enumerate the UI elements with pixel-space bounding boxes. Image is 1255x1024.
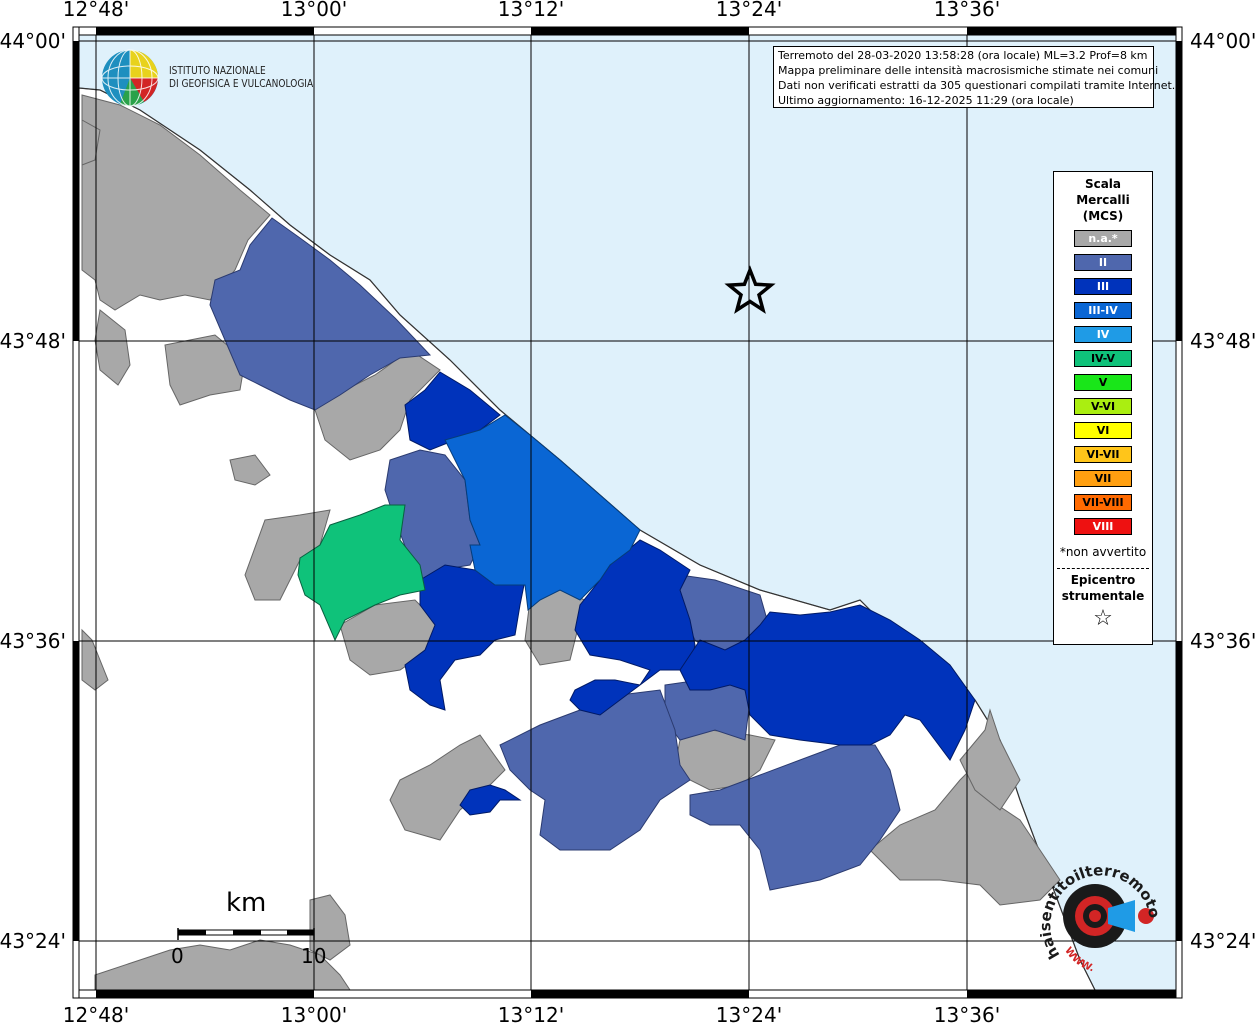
lon-label: 13°36' xyxy=(934,1003,1000,1024)
lat-label: 44°00' xyxy=(1190,29,1255,53)
legend-separator xyxy=(1057,568,1149,569)
event-info-box: Terremoto del 28-03-2020 13:58:28 (ora l… xyxy=(773,46,1176,108)
lat-label: 43°24' xyxy=(0,929,66,953)
legend-title-line: Scala xyxy=(1084,177,1122,191)
legend-item: IV xyxy=(1074,326,1132,343)
legend-item: n.a.* xyxy=(1074,230,1132,247)
event-info-line: Terremoto del 28-03-2020 13:58:28 (ora l… xyxy=(778,49,1148,62)
haisentito-logo: haisentitoilterremoto.it WWW. xyxy=(1040,860,1164,974)
lon-label: 13°12' xyxy=(498,1003,564,1024)
legend-epicenter: Epicentro strumentale ☆ xyxy=(1054,572,1152,634)
latitude-labels-left: 44°00' 43°48' 43°36' 43°24' xyxy=(0,29,66,953)
event-info-line: Dati non verificati estratti da 305 ques… xyxy=(778,79,1176,92)
scale-max-label: 10 xyxy=(301,944,327,968)
scale-bar xyxy=(177,928,315,940)
haisentito-url: WWW. xyxy=(1062,945,1095,974)
latitude-labels-right: 44°00' 43°48' 43°36' 43°24' xyxy=(1190,29,1255,953)
legend-title-line: (MCS) xyxy=(1082,209,1124,223)
legend-item: II xyxy=(1074,254,1132,271)
lon-label: 12°48' xyxy=(63,1003,129,1024)
legend-epicenter-star-icon: ☆ xyxy=(1093,606,1113,631)
legend-item: VI-VII xyxy=(1074,446,1132,463)
lon-label: 13°24' xyxy=(716,0,782,21)
lat-label: 43°36' xyxy=(1190,629,1255,653)
legend-not-felt-note: *non avvertito xyxy=(1059,545,1147,559)
lon-label: 12°48' xyxy=(63,0,129,21)
lon-label: 13°12' xyxy=(498,0,564,21)
legend-item: VII xyxy=(1074,470,1132,487)
lon-label: 13°24' xyxy=(716,1003,782,1024)
lat-label: 43°48' xyxy=(1190,329,1255,353)
legend-item: III-IV xyxy=(1074,302,1132,319)
institute-name-line1: ISTITUTO NAZIONALE xyxy=(169,64,266,77)
lat-label: 44°00' xyxy=(0,29,66,53)
scale-min-label: 0 xyxy=(171,944,184,968)
legend-item: V xyxy=(1074,374,1132,391)
legend-item: IV-V xyxy=(1074,350,1132,367)
institute-name-line2: DI GEOFISICA E VULCANOLOGIA xyxy=(169,77,314,90)
event-info-line: Ultimo aggiornamento: 16-12-2025 11:29 (… xyxy=(778,94,1074,107)
longitude-labels-top: 12°48' 13°00' 13°12' 13°24' 13°36' xyxy=(63,0,1000,21)
svg-text:WWW.: WWW. xyxy=(1062,945,1095,974)
lat-label: 43°36' xyxy=(0,629,66,653)
legend-epicenter-line: strumentale xyxy=(1061,589,1145,603)
legend-epicenter-line: Epicentro xyxy=(1070,573,1136,587)
lon-label: 13°36' xyxy=(934,0,1000,21)
lat-label: 43°48' xyxy=(0,329,66,353)
legend-item: VII-VIII xyxy=(1074,494,1132,511)
lon-label: 13°00' xyxy=(281,1003,347,1024)
institute-name: ISTITUTO NAZIONALE DI GEOFISICA E VULCAN… xyxy=(169,64,313,90)
longitude-labels-bottom: 12°48' 13°00' 13°12' 13°24' 13°36' xyxy=(63,1003,1000,1024)
legend-item: III xyxy=(1074,278,1132,295)
lon-label: 13°00' xyxy=(281,0,347,21)
lat-label: 43°24' xyxy=(1190,929,1255,953)
legend-title-line: Mercalli xyxy=(1076,193,1130,207)
legend-title: Scala Mercalli (MCS) xyxy=(1054,176,1152,224)
ingv-logo xyxy=(101,49,159,107)
event-info-line: Mappa preliminare delle intensità macros… xyxy=(778,64,1159,77)
legend-item: V-VI xyxy=(1074,398,1132,415)
legend-item: VIII xyxy=(1074,518,1132,535)
mcs-legend: Scala Mercalli (MCS) n.a.* II III III-IV IV I… xyxy=(1053,171,1153,645)
legend-item: VI xyxy=(1074,422,1132,439)
